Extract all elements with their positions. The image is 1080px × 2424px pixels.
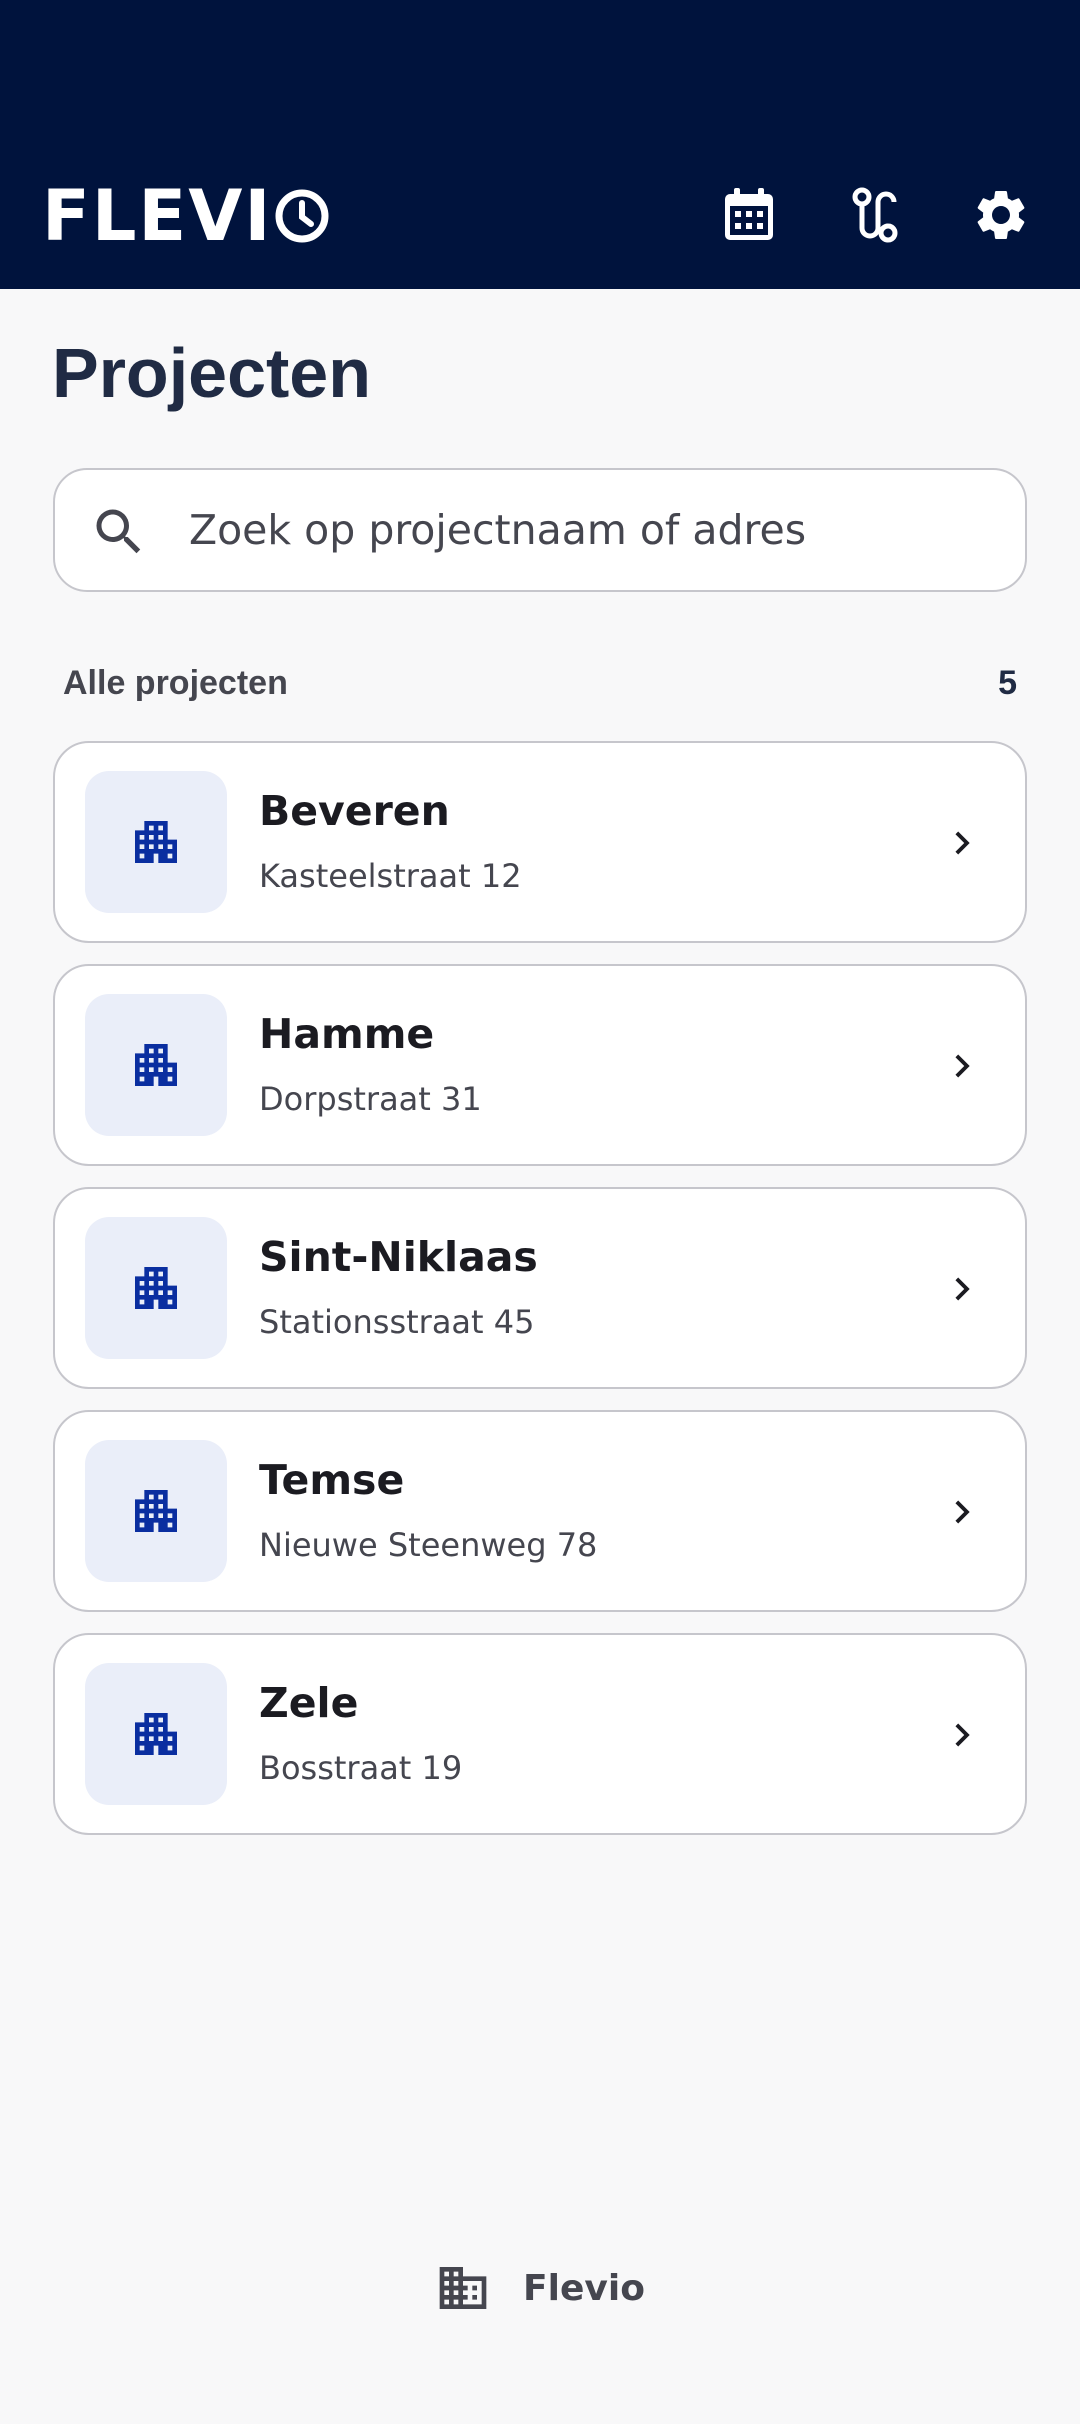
apartment-icon: [135, 1044, 177, 1086]
search-bar[interactable]: [53, 468, 1027, 592]
route-button[interactable]: [841, 181, 909, 249]
apartment-icon: [135, 1490, 177, 1532]
project-name: Hamme: [259, 1010, 435, 1058]
footer-label: Flevio: [523, 2267, 645, 2309]
chevron-right-icon: [955, 1723, 970, 1747]
project-name: Zele: [259, 1679, 359, 1727]
project-name: Temse: [259, 1456, 405, 1504]
building-icon: [439, 2267, 487, 2309]
page-title: Projecten: [52, 334, 371, 412]
project-card[interactable]: Sint-Niklaas Stationsstraat 45: [53, 1187, 1027, 1389]
chevron-right-icon: [955, 1054, 970, 1078]
chevron-right-icon: [955, 831, 970, 855]
project-address: Bosstraat 19: [259, 1749, 463, 1787]
apartment-icon: [135, 1713, 177, 1755]
project-count: 5: [998, 664, 1017, 702]
search-icon: [96, 509, 141, 554]
project-name: Sint-Niklaas: [259, 1233, 538, 1281]
settings-icon: [977, 191, 1025, 239]
project-icon-box: [85, 1663, 227, 1805]
project-address: Dorpstraat 31: [259, 1080, 482, 1118]
project-card[interactable]: Temse Nieuwe Steenweg 78: [53, 1410, 1027, 1612]
chevron-right-icon: [955, 1277, 970, 1301]
app-logo: FLEVI: [42, 175, 330, 257]
settings-button[interactable]: [967, 181, 1035, 249]
apartment-icon: [135, 1267, 177, 1309]
project-icon-box: [85, 994, 227, 1136]
project-card[interactable]: Hamme Dorpstraat 31: [53, 964, 1027, 1166]
project-name: Beveren: [259, 787, 450, 835]
project-icon-box: [85, 1217, 227, 1359]
logo-text: FLEVI: [42, 175, 273, 257]
calendar-button[interactable]: [715, 181, 783, 249]
project-address: Nieuwe Steenweg 78: [259, 1526, 598, 1564]
project-icon-box: [85, 1440, 227, 1582]
project-card[interactable]: Beveren Kasteelstraat 12: [53, 741, 1027, 943]
project-address: Stationsstraat 45: [259, 1303, 535, 1341]
app-header: FLEVI: [0, 0, 1080, 289]
route-icon: [852, 187, 898, 243]
project-icon-box: [85, 771, 227, 913]
apartment-icon: [135, 821, 177, 863]
project-address: Kasteelstraat 12: [259, 857, 522, 895]
search-input[interactable]: [189, 490, 989, 570]
section-label: Alle projecten: [63, 664, 288, 702]
project-card[interactable]: Zele Bosstraat 19: [53, 1633, 1027, 1835]
calendar-icon: [725, 188, 773, 240]
chevron-right-icon: [955, 1500, 970, 1524]
footer: Flevio: [0, 2260, 1080, 2316]
clock-icon: [275, 189, 329, 243]
